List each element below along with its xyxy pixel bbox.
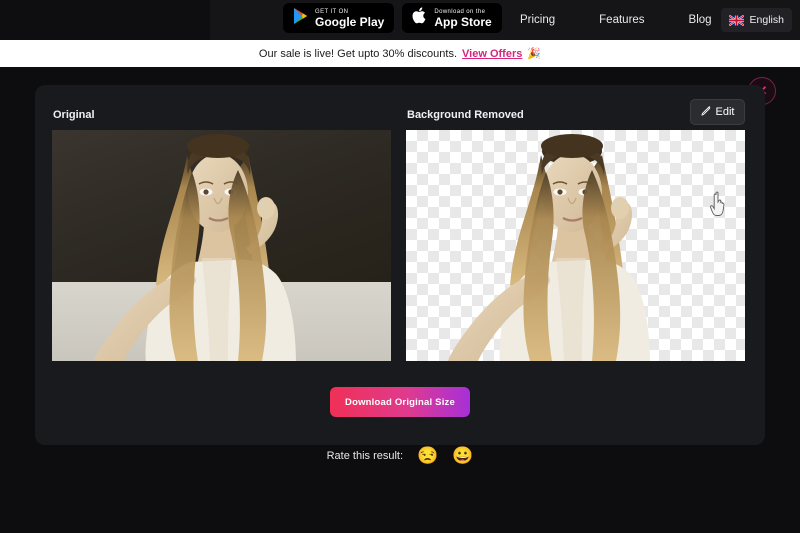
page-root: GET IT ON Google Play Download on the Ap…	[0, 0, 800, 533]
google-play-badge-text: GET IT ON Google Play	[315, 9, 384, 28]
cutout-subject-illustration	[448, 134, 650, 361]
sale-banner-text: Our sale is live! Get upto 30% discounts…	[258, 47, 458, 60]
nav-links-group: Pricing Features Blog	[520, 0, 712, 40]
nav-link-pricing[interactable]: Pricing	[520, 14, 555, 26]
original-image	[52, 130, 391, 361]
nav-left-region	[0, 0, 210, 40]
language-label: English	[749, 14, 784, 26]
app-store-small-label: Download on the	[434, 8, 486, 15]
background-removed-panel-title: Background Removed	[407, 109, 524, 121]
happy-emoji[interactable]: 😀	[452, 447, 473, 464]
store-badges-group: GET IT ON Google Play Download on the Ap…	[283, 3, 502, 33]
sad-emoji[interactable]: 😒	[417, 447, 438, 464]
google-play-icon	[293, 7, 309, 30]
party-popper-icon: 🎉	[527, 48, 542, 60]
nav-link-features[interactable]: Features	[599, 14, 644, 26]
result-stage: ✕ Original Background Removed Edit	[0, 67, 800, 533]
google-play-small-label: GET IT ON	[315, 8, 349, 15]
nav-link-blog[interactable]: Blog	[689, 14, 712, 26]
google-play-big-label: Google Play	[315, 14, 385, 29]
download-original-size-button[interactable]: Download Original Size	[330, 387, 470, 417]
app-store-badge[interactable]: Download on the App Store	[402, 3, 502, 33]
apple-logo-icon	[412, 6, 428, 30]
sale-banner: Our sale is live! Get upto 30% discounts…	[0, 40, 800, 67]
top-navigation-bar: GET IT ON Google Play Download on the Ap…	[0, 0, 800, 40]
rating-row: Rate this result: 😒 😀	[0, 447, 800, 464]
rating-label: Rate this result:	[326, 449, 404, 462]
app-store-badge-text: Download on the App Store	[434, 9, 491, 28]
original-panel-title: Original	[53, 109, 95, 121]
background-removed-image	[406, 130, 745, 361]
view-offers-link[interactable]: View Offers	[462, 48, 522, 60]
original-subject-illustration	[94, 134, 296, 361]
edit-button[interactable]: Edit	[690, 99, 745, 125]
app-store-big-label: App Store	[434, 14, 492, 29]
google-play-badge[interactable]: GET IT ON Google Play	[283, 3, 395, 33]
uk-flag-icon	[728, 14, 744, 26]
edit-button-label: Edit	[715, 106, 735, 118]
pencil-icon	[700, 105, 712, 119]
language-selector[interactable]: English	[720, 8, 792, 32]
